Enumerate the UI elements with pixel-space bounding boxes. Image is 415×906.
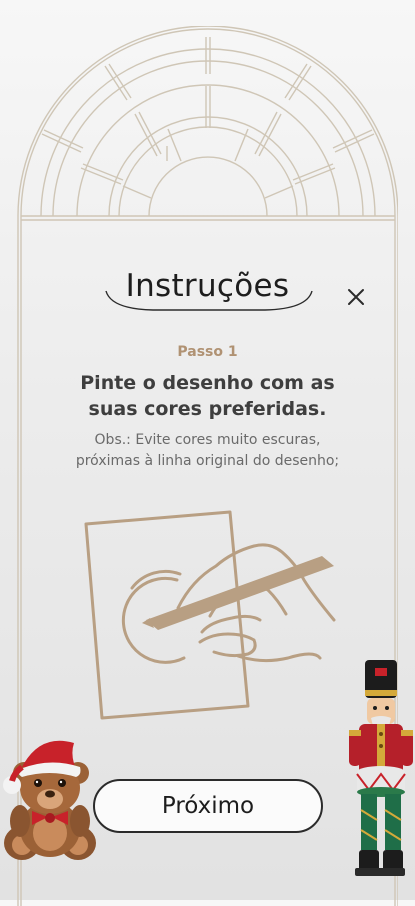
step-note-line-1: Obs.: Evite cores muito escuras, (94, 432, 321, 448)
step-label: Passo 1 (177, 344, 238, 360)
nutcracker-soldier-icon (349, 660, 413, 876)
close-button[interactable] (344, 285, 368, 309)
step-heading-line-1: Pinte o desenho com as (80, 372, 335, 394)
teddy-bear-santa-hat-icon (3, 740, 96, 860)
hand-drawing-icon (84, 510, 336, 720)
next-button[interactable]: Próximo (93, 779, 323, 833)
step-heading-line-2: suas cores preferidas. (88, 398, 327, 420)
step-note-line-2: próximas à linha original do desenho; (75, 453, 340, 469)
step-note: Obs.: Evite cores muito escuras, próxima… (30, 430, 385, 472)
close-icon (348, 289, 364, 305)
step-heading: Pinte o desenho com as suas cores prefer… (40, 370, 375, 422)
title-underline-swoosh (105, 290, 313, 311)
